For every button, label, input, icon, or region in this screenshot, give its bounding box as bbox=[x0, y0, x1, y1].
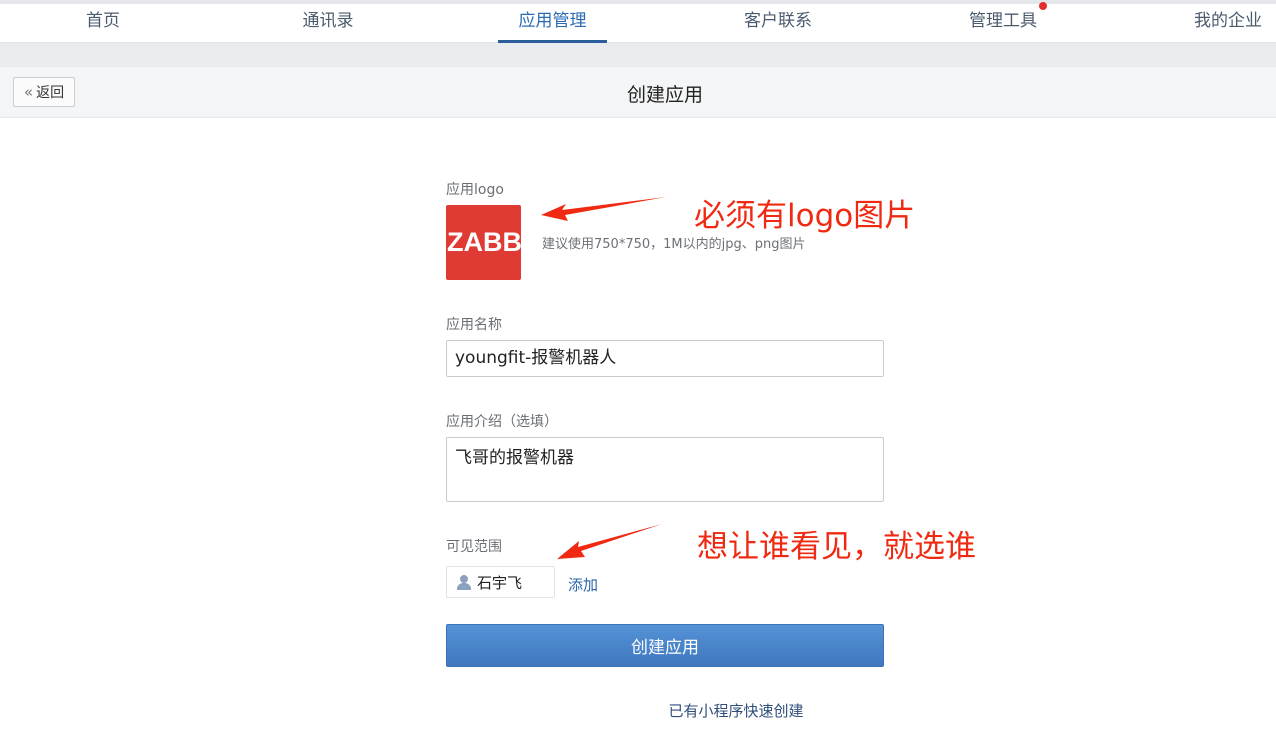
scope-member-chip[interactable]: 石宇飞 bbox=[446, 566, 555, 598]
nav-app-management-label: 应用管理 bbox=[518, 11, 587, 31]
create-app-button-label: 创建应用 bbox=[631, 638, 699, 658]
visibility-scope-label: 可见范围 bbox=[446, 539, 502, 555]
zabbix-logo-image: ZABBIX bbox=[447, 227, 521, 257]
nav-admin-tools[interactable]: 管理工具 bbox=[953, 2, 1053, 42]
header-divider-strip bbox=[0, 43, 1276, 67]
logo-hint: 建议使用750*750，1M以内的jpg、png图片 bbox=[542, 237, 806, 252]
app-description-textarea[interactable]: 飞哥的报警机器 bbox=[446, 437, 884, 502]
mini-program-link-label[interactable]: 已有小程序快速创建 bbox=[668, 702, 803, 720]
nav-admin-tools-label-wrap: 管理工具 bbox=[969, 2, 1047, 31]
user-icon bbox=[457, 574, 471, 590]
annotation-scope-note: 想让谁看见，就选谁 bbox=[697, 529, 976, 565]
app-name-label: 应用名称 bbox=[446, 317, 502, 333]
app-name-input[interactable]: youngfit-报警机器人 bbox=[446, 340, 884, 377]
nav-my-enterprise[interactable]: 我的企业 bbox=[1178, 4, 1276, 42]
nav-admin-tools-label: 管理工具 bbox=[969, 11, 1037, 31]
arrow-to-scope-icon bbox=[557, 524, 662, 559]
arrow-to-logo-icon bbox=[541, 197, 666, 221]
double-chevron-left-icon: « bbox=[23, 83, 34, 101]
nav-home[interactable]: 首页 bbox=[53, 4, 153, 42]
back-button-label: 返回 bbox=[36, 85, 65, 101]
add-member-link[interactable]: 添加 bbox=[568, 574, 598, 595]
app-description-label: 应用介绍（选填） bbox=[446, 414, 558, 430]
notification-dot bbox=[1039, 2, 1047, 10]
back-button[interactable]: « 返回 bbox=[13, 77, 75, 107]
nav-contacts[interactable]: 通讯录 bbox=[278, 4, 378, 42]
annotation-logo-note: 必须有logo图片 bbox=[694, 198, 916, 234]
create-app-button[interactable]: 创建应用 bbox=[446, 624, 884, 667]
app-logo-upload[interactable]: ZABBIX bbox=[446, 205, 521, 280]
page-subheader: 创建应用 « 返回 bbox=[0, 67, 1276, 118]
page-title: 创建应用 bbox=[626, 84, 703, 106]
logo-label: 应用logo bbox=[446, 182, 504, 198]
mini-program-quick-create-link[interactable]: 已有小程序快速创建 bbox=[446, 700, 1026, 721]
scope-member-name: 石宇飞 bbox=[477, 573, 523, 592]
nav-app-management[interactable]: 应用管理 bbox=[498, 4, 607, 43]
nav-customer-contact[interactable]: 客户联系 bbox=[728, 4, 828, 42]
top-navigation: 首页 通讯录 应用管理 客户联系 管理工具 我的企业 bbox=[0, 0, 1276, 43]
